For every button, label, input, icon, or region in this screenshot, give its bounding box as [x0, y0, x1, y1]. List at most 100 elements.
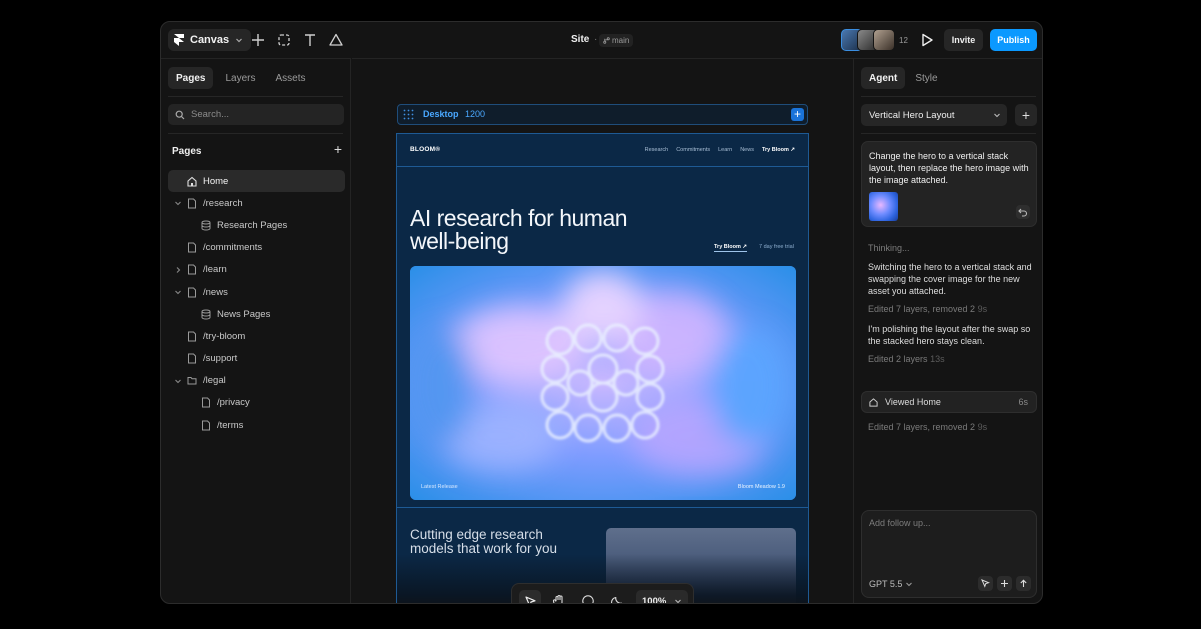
- tab-agent[interactable]: Agent: [861, 67, 906, 89]
- theme-toggle-button[interactable]: [606, 590, 628, 603]
- hero-trial[interactable]: 7 day free trial: [759, 244, 794, 250]
- page-item-try-bloom[interactable]: /try-bloom: [168, 325, 345, 347]
- tab-layers[interactable]: Layers: [217, 67, 263, 89]
- search-icon: [175, 110, 185, 119]
- home-icon: [869, 398, 878, 407]
- edit-summary-time: 9s: [977, 304, 988, 314]
- page-item-commitments[interactable]: /commitments: [168, 237, 345, 259]
- page-item-research-pages[interactable]: Research Pages: [168, 214, 345, 236]
- chevron-down-icon: [994, 113, 1000, 118]
- viewed-label: Viewed Home: [885, 397, 941, 407]
- tab-pages[interactable]: Pages: [168, 67, 214, 89]
- page-label: /news: [203, 286, 228, 298]
- add-breakpoint-button[interactable]: +: [791, 108, 804, 121]
- hero-caption-left[interactable]: Latest Release: [421, 484, 458, 490]
- page-label: /try-bloom: [203, 330, 246, 342]
- chevron-down-icon[interactable]: [174, 199, 182, 207]
- chevron-down-icon[interactable]: [174, 377, 182, 385]
- page-item-legal[interactable]: /legal: [168, 370, 345, 392]
- page-item-privacy[interactable]: /privacy: [168, 392, 345, 414]
- page-item-learn[interactable]: /learn: [168, 259, 345, 281]
- collaborators[interactable]: 12: [841, 29, 908, 51]
- play-icon: [922, 33, 933, 47]
- viewed-time: 6s: [1018, 397, 1028, 407]
- tab-assets[interactable]: Assets: [267, 67, 313, 89]
- attached-image-thumbnail[interactable]: [869, 192, 898, 221]
- top-bar: Canvas Site · main 12 Invite Publish: [161, 22, 1042, 58]
- page-item-terms[interactable]: /terms: [168, 414, 345, 436]
- cursor-icon: [524, 595, 536, 603]
- insert-plus-icon[interactable]: [250, 32, 266, 48]
- frame-width[interactable]: 1200: [465, 109, 485, 119]
- edit-summary[interactable]: Edited 2 layers 13s: [868, 353, 1038, 365]
- search-input[interactable]: Search...: [168, 104, 344, 125]
- frame-header[interactable]: Desktop 1200 +: [397, 104, 808, 125]
- collaborator-count: 12: [899, 35, 908, 45]
- left-sidebar: Pages Layers Assets Search... Pages + Ho…: [161, 58, 351, 603]
- publish-button[interactable]: Publish: [990, 29, 1037, 51]
- page-item-home[interactable]: Home: [168, 170, 345, 193]
- page-item-news[interactable]: /news: [168, 281, 345, 303]
- section-divider: [397, 507, 808, 508]
- right-tabs: Agent Style: [861, 67, 946, 89]
- divider: [861, 96, 1036, 97]
- follow-up-composer[interactable]: Add follow up... GPT 5.5: [861, 510, 1037, 598]
- new-conversation-button[interactable]: +: [1015, 104, 1037, 126]
- section-title[interactable]: Cutting edge research models that work f…: [410, 528, 570, 556]
- hand-tool-button[interactable]: [548, 590, 570, 603]
- edit-summary[interactable]: Edited 7 layers, removed 2 9s: [868, 422, 987, 432]
- nav-link-commitments[interactable]: Commitments: [676, 147, 710, 153]
- zoom-select[interactable]: 100%: [636, 590, 688, 603]
- add-page-button[interactable]: +: [331, 142, 345, 156]
- select-tool-button[interactable]: [519, 590, 541, 603]
- app-menu-button[interactable]: Canvas: [168, 29, 252, 51]
- viewed-page-chip[interactable]: Viewed Home 6s: [861, 391, 1037, 413]
- invite-button[interactable]: Invite: [944, 29, 983, 51]
- select-element-button[interactable]: [978, 576, 993, 591]
- page-label: /support: [203, 353, 238, 365]
- canvas[interactable]: Desktop 1200 + BLOOM® Research Commitmen…: [352, 58, 853, 603]
- nav-link-research[interactable]: Research: [645, 147, 669, 153]
- hero-caption-right[interactable]: Bloom Meadow 1.9: [738, 484, 785, 490]
- attach-button[interactable]: [997, 576, 1012, 591]
- conversation-select[interactable]: Vertical Hero Layout: [861, 104, 1007, 126]
- nav-link-news[interactable]: News: [740, 147, 754, 153]
- frame-tool-icon[interactable]: [276, 32, 292, 48]
- vector-tool-icon[interactable]: [328, 32, 344, 48]
- nav-link-learn[interactable]: Learn: [718, 147, 732, 153]
- model-label: GPT 5.5: [869, 579, 903, 589]
- comment-tool-button[interactable]: [577, 590, 599, 603]
- text-tool-icon[interactable]: [302, 32, 318, 48]
- moon-icon: [610, 596, 622, 603]
- chevron-right-icon[interactable]: [174, 266, 182, 274]
- avatar: [873, 29, 895, 51]
- hero-image[interactable]: Latest Release Bloom Meadow 1.9: [410, 266, 796, 500]
- preview-button[interactable]: [917, 29, 937, 51]
- divider: [168, 133, 343, 134]
- site-frame[interactable]: BLOOM® Research Commitments Learn News T…: [396, 133, 809, 603]
- branch-label: main: [612, 36, 630, 45]
- tab-style[interactable]: Style: [907, 67, 945, 89]
- hero-cta[interactable]: Try Bloom ↗: [714, 244, 748, 252]
- page-item-research[interactable]: /research: [168, 192, 345, 214]
- model-select[interactable]: GPT 5.5: [869, 579, 913, 589]
- site-title[interactable]: Site: [571, 34, 589, 45]
- agent-message: Switching the hero to a vertical stack a…: [868, 262, 1032, 296]
- nav-cta[interactable]: Try Bloom ↗: [762, 147, 795, 153]
- branch-badge[interactable]: main: [599, 34, 634, 47]
- grid-icon[interactable]: [403, 109, 414, 120]
- chevron-down-icon[interactable]: [174, 288, 182, 296]
- revert-button[interactable]: [1016, 205, 1030, 219]
- edit-summary[interactable]: Edited 7 layers, removed 2 9s: [868, 303, 1038, 315]
- site-nav-links: Research Commitments Learn News Try Bloo…: [645, 147, 795, 153]
- page-item-news-pages[interactable]: News Pages: [168, 303, 345, 325]
- site-nav[interactable]: BLOOM® Research Commitments Learn News T…: [397, 134, 808, 167]
- home-icon: [187, 176, 197, 187]
- site-brand[interactable]: BLOOM®: [410, 146, 440, 153]
- user-prompt-card: Change the hero to a vertical stack layo…: [861, 141, 1037, 227]
- divider: [861, 133, 1036, 134]
- send-button[interactable]: [1016, 576, 1031, 591]
- hero-title[interactable]: AI research for human well-being: [410, 207, 650, 253]
- page-item-support[interactable]: /support: [168, 348, 345, 370]
- frame-name[interactable]: Desktop: [423, 109, 459, 119]
